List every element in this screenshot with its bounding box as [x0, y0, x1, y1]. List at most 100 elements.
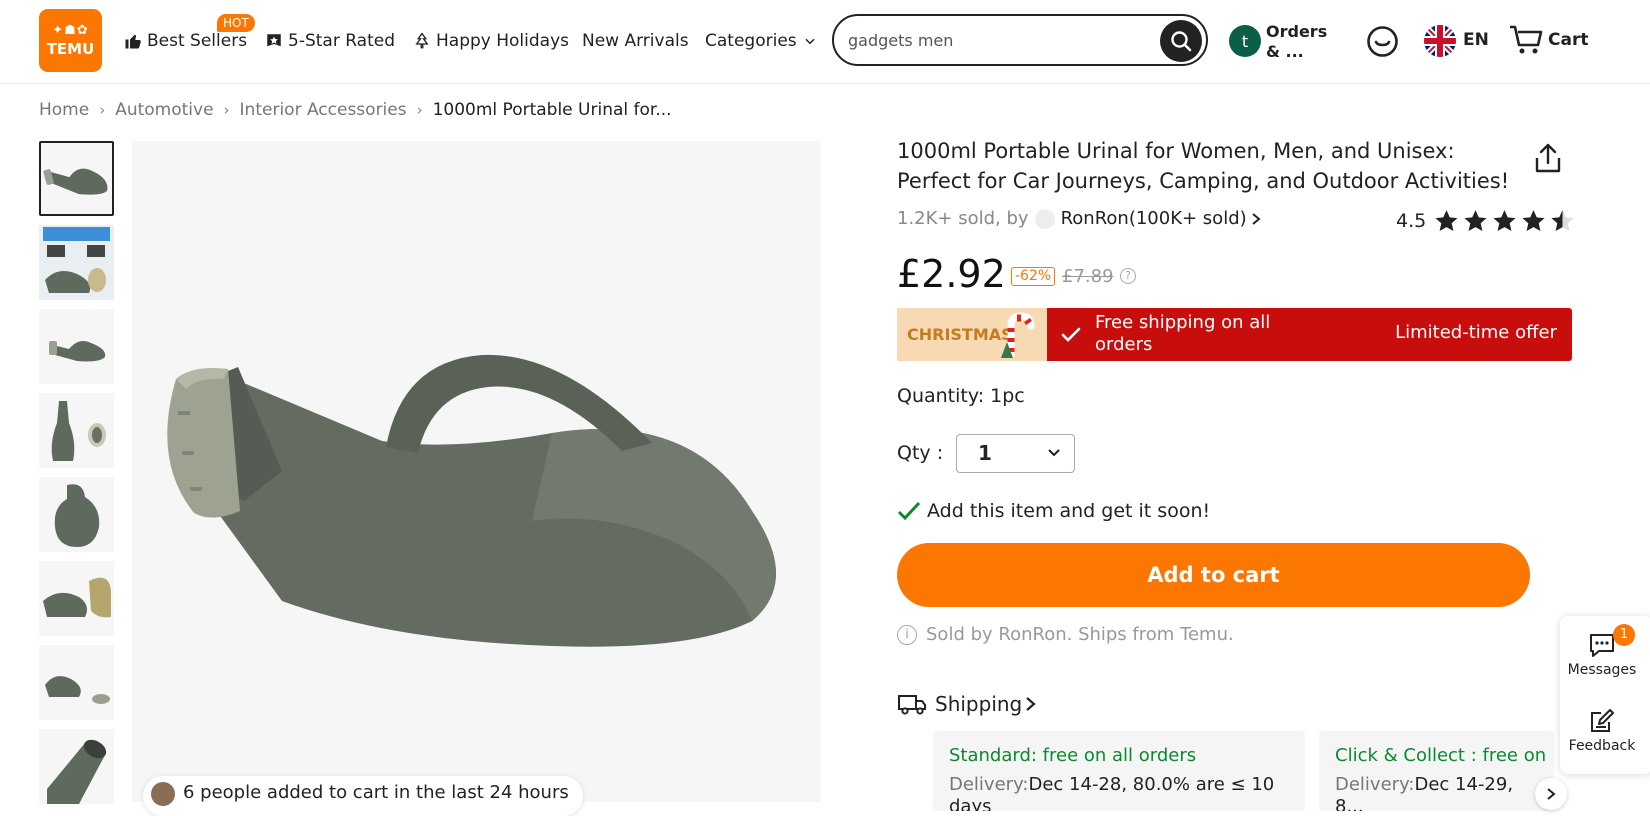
nav-5-star-rated[interactable]: 5-Star Rated — [265, 30, 395, 52]
breadcrumb-interior-accessories[interactable]: Interior Accessories — [240, 100, 407, 120]
nav-categories[interactable]: Categories — [705, 30, 817, 52]
shipping-option-delivery: Delivery:Dec 14-29, 8... — [1335, 774, 1538, 811]
shipping-heading[interactable]: Shipping — [897, 692, 1038, 716]
shipping-option-standard[interactable]: Standard: free on all orders Delivery:De… — [933, 731, 1305, 811]
nav-label: Best Sellers — [147, 31, 248, 51]
cart-activity-toast: 6 people added to cart in the last 24 ho… — [143, 776, 583, 816]
search-bar — [832, 14, 1208, 66]
nav-happy-holidays[interactable]: Happy Holidays — [413, 30, 569, 52]
breadcrumb-current: 1000ml Portable Urinal for... — [432, 100, 672, 120]
messages-icon — [1590, 634, 1614, 657]
toast-text: 6 people added to cart in the last 24 ho… — [183, 782, 569, 803]
thumbnail-7[interactable] — [39, 645, 114, 720]
tree-icon — [415, 32, 429, 49]
hot-badge: HOT — [217, 14, 255, 32]
breadcrumb-home[interactable]: Home — [39, 100, 89, 120]
qty-select[interactable]: 1 — [956, 434, 1075, 473]
thumbnail-6[interactable] — [39, 561, 114, 636]
get-soon-text: Add this item and get it soon! — [927, 500, 1211, 522]
product-main-image[interactable] — [132, 141, 821, 802]
nav-label: Happy Holidays — [436, 31, 570, 51]
rating-value: 4.5 — [1396, 210, 1427, 232]
avatar[interactable]: t — [1229, 25, 1261, 57]
rating-stars — [1432, 208, 1577, 234]
delivery-key: Delivery: — [1335, 774, 1415, 795]
star-icon — [1435, 210, 1458, 231]
orders-label: Orders — [1266, 22, 1328, 41]
nav-new-arrivals[interactable]: New Arrivals — [582, 30, 689, 52]
support-chat-icon[interactable] — [1366, 25, 1399, 58]
logo-icons: ✦☗✿ — [52, 22, 89, 38]
product-title: 1000ml Portable Urinal for Women, Men, a… — [897, 139, 1510, 193]
chevron-right-icon: › — [223, 101, 230, 119]
cart-link[interactable]: Cart — [1548, 30, 1588, 50]
chevron-right-icon — [1252, 212, 1261, 225]
original-price: £7.89 — [1062, 266, 1114, 287]
thumbnail-5[interactable] — [39, 477, 114, 552]
cart-icon[interactable] — [1508, 24, 1544, 56]
add-to-cart-button[interactable]: Add to cart — [897, 543, 1530, 607]
language-selector[interactable]: EN — [1463, 30, 1489, 50]
chevron-right-icon — [1547, 788, 1556, 800]
thumbnail-4[interactable] — [39, 393, 114, 468]
seller-link[interactable]: RonRon(100K+ sold) — [1061, 208, 1247, 229]
shipping-option-title: Click & Collect : free on — [1335, 745, 1547, 766]
free-shipping-text: Free shipping on all orders — [1095, 312, 1271, 355]
feedback-label: Feedback — [1568, 738, 1636, 754]
nav-label: Categories — [705, 31, 797, 51]
orders-account-link[interactable]: Orders & ... — [1266, 22, 1336, 62]
chevron-down-icon — [1048, 449, 1060, 457]
shipping-option-click-collect[interactable]: Click & Collect : free on Delivery:Dec 1… — [1319, 731, 1554, 811]
discount-badge: -62% — [1011, 267, 1056, 286]
thumbs-up-icon — [125, 34, 141, 49]
search-input[interactable] — [848, 28, 1138, 52]
orders-label-2: & ... — [1266, 42, 1304, 61]
messages-count-badge: 1 — [1613, 624, 1635, 646]
star-badge-icon — [267, 34, 281, 47]
shipping-option-title: Standard: free on all orders — [949, 745, 1197, 766]
chevron-right-icon — [1026, 697, 1036, 711]
feedback-icon — [1591, 709, 1614, 732]
seller-avatar — [1034, 208, 1055, 229]
sold-count: 1.2K+ sold, by — [897, 208, 1029, 229]
search-icon — [1171, 31, 1192, 52]
chevron-down-icon — [805, 38, 815, 45]
candy-cane-icon — [1001, 312, 1035, 358]
quantity-info: Quantity: 1pc — [897, 385, 1025, 407]
price-help-icon[interactable]: ? — [1120, 268, 1136, 284]
star-icon — [1493, 210, 1516, 231]
half-star-icon — [1551, 210, 1574, 231]
limited-offer-text: Limited-time offer — [1395, 322, 1557, 343]
messages-label: Messages — [1567, 662, 1637, 678]
star-icon — [1464, 210, 1487, 231]
breadcrumb-automotive[interactable]: Automotive — [115, 100, 213, 120]
get-soon-notice: Add this item and get it soon! — [897, 500, 1210, 522]
thumbnail-3[interactable] — [39, 309, 114, 384]
thumbnail-8[interactable] — [39, 729, 114, 804]
sold-info: 1.2K+ sold, by RonRon(100K+ sold) — [897, 208, 1262, 229]
shipping-next-button[interactable] — [1535, 778, 1567, 810]
nav-label: 5-Star Rated — [288, 31, 395, 51]
shipping-option-delivery: Delivery:Dec 14-28, 80.0% are ≤ 10 days — [949, 774, 1289, 811]
nav-best-sellers[interactable]: Best Sellers — [124, 30, 247, 52]
shopper-avatar — [151, 782, 175, 806]
nav-label: New Arrivals — [582, 31, 689, 51]
truck-icon — [898, 695, 926, 715]
header: ✦☗✿ TEMU Best Sellers HOT 5-Star Rated H… — [0, 0, 1650, 84]
product-rating[interactable]: 4.5 — [1396, 208, 1577, 234]
info-icon: i — [897, 624, 917, 645]
feedback-button[interactable]: Feedback — [1560, 708, 1644, 754]
temu-logo[interactable]: ✦☗✿ TEMU — [39, 9, 102, 72]
thumbnail-2[interactable] — [39, 225, 114, 300]
promo-banner: CHRISTMAS Free shipping on all orders Li… — [897, 308, 1572, 361]
logo-text: TEMU — [46, 39, 95, 58]
breadcrumb: Home › Automotive › Interior Accessories… — [39, 100, 672, 120]
green-check-icon — [897, 501, 921, 521]
search-button[interactable] — [1160, 20, 1202, 62]
uk-flag-icon[interactable] — [1424, 25, 1456, 57]
share-icon[interactable] — [1533, 142, 1563, 174]
star-icon — [1522, 210, 1545, 231]
qty-label: Qty : — [897, 442, 944, 464]
check-icon — [1061, 327, 1081, 342]
thumbnail-1[interactable] — [39, 141, 114, 216]
